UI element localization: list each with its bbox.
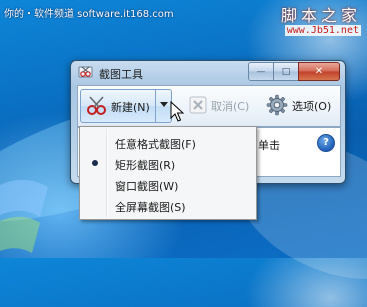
toolbar: 新建(N) 取消(C) 选项(O) xyxy=(77,85,341,127)
scissors-icon xyxy=(87,96,106,115)
watermark-url: www.Jb51.net xyxy=(284,25,361,36)
snipping-tool-icon xyxy=(78,66,93,78)
new-snip-dropdown-menu: 任意格式截图(F) 矩形截图(R) 窗口截图(W) 全屏幕截图(S) xyxy=(79,126,257,220)
watermark-brand: 脚本之家 xyxy=(280,6,361,25)
cancel-x-icon xyxy=(189,96,207,114)
chevron-down-icon[interactable] xyxy=(160,102,168,107)
menu-item-rectangular-snip[interactable]: 矩形截图(R) xyxy=(82,153,254,174)
cancel-button-label: 取消(C) xyxy=(211,100,250,113)
menu-item-window-snip[interactable]: 窗口截图(W) xyxy=(82,174,254,195)
menu-item-label: 全屏幕截图(S) xyxy=(115,201,186,214)
windows-logo-fragment xyxy=(0,179,48,253)
watermark-channel-text: 你的・软件频道 software.it168.com xyxy=(4,9,174,20)
options-button[interactable]: 选项(O) xyxy=(266,89,338,121)
new-button[interactable]: 新建(N) xyxy=(80,89,172,123)
window-controls: — □ ✕ xyxy=(248,62,340,81)
gear-icon xyxy=(266,94,288,116)
instruction-text: 单击 xyxy=(258,139,280,152)
menu-item-label: 矩形截图(R) xyxy=(115,159,176,172)
menu-item-label: 任意格式截图(F) xyxy=(115,138,196,151)
help-icon[interactable]: ? xyxy=(317,134,335,152)
maximize-button[interactable]: □ xyxy=(273,62,299,81)
cancel-button[interactable]: 取消(C) xyxy=(189,89,259,121)
radio-bullet-icon xyxy=(92,160,98,166)
mouse-cursor-icon xyxy=(170,101,184,122)
title-bar[interactable]: 截图工具 — □ ✕ xyxy=(71,61,345,83)
options-button-label: 选项(O) xyxy=(292,100,332,113)
new-button-divider xyxy=(155,90,156,122)
minimize-button[interactable]: — xyxy=(248,62,274,81)
menu-item-free-form-snip[interactable]: 任意格式截图(F) xyxy=(82,132,254,153)
menu-item-label: 窗口截图(W) xyxy=(115,180,179,193)
close-button[interactable]: ✕ xyxy=(298,62,340,81)
new-button-label: 新建(N) xyxy=(111,101,150,114)
window-title: 截图工具 xyxy=(99,68,143,81)
menu-item-full-screen-snip[interactable]: 全屏幕截图(S) xyxy=(82,195,254,216)
